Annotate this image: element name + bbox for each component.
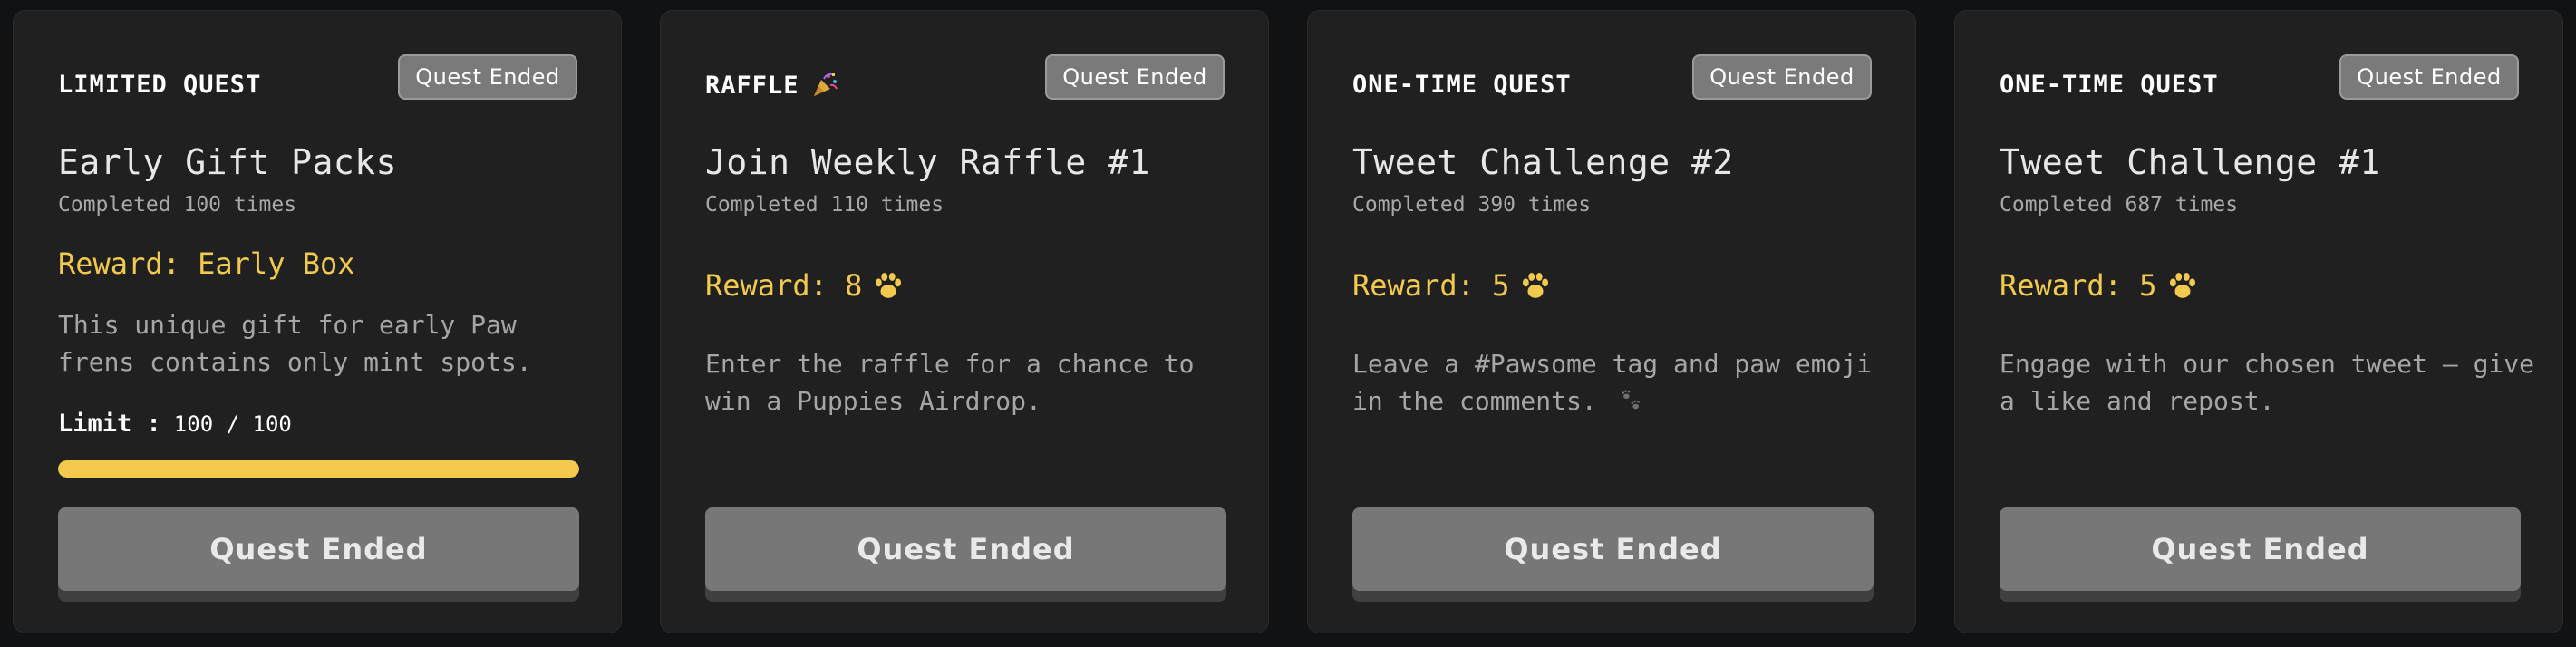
quest-ended-button-label: Quest Ended: [2000, 507, 2521, 591]
quest-description: Leave a #Pawsome tag and paw emoji in th…: [1352, 345, 1896, 420]
quest-type-label: ONE-TIME QUEST: [2000, 71, 2219, 99]
reward-text: Reward: 8: [705, 268, 863, 303]
quest-title: Early Gift Packs: [58, 142, 398, 182]
status-badge: Quest Ended: [1045, 54, 1225, 100]
quest-ended-button-label: Quest Ended: [58, 507, 579, 591]
quest-title: Tweet Challenge #2: [1352, 142, 1734, 182]
quest-ended-button-label: Quest Ended: [1352, 507, 1874, 591]
quest-type-label: LIMITED QUEST: [58, 71, 261, 99]
reward-text: Reward: 5: [2000, 268, 2157, 303]
quest-card-early-gift-packs: LIMITED QUEST Quest Ended Early Gift Pac…: [13, 10, 622, 633]
completed-count: Completed 687 times: [2000, 193, 2239, 217]
quest-type-text: ONE-TIME QUEST: [1352, 71, 1572, 99]
limit-value: 100 / 100: [173, 411, 292, 437]
reward-label: Reward: 5: [1352, 268, 1551, 303]
reward-text: Reward: Early Box: [58, 246, 355, 281]
paw-icon: [2170, 272, 2196, 298]
quest-description: This unique gift for early Paw frens con…: [58, 310, 532, 377]
quest-ended-button[interactable]: Quest Ended: [58, 507, 579, 602]
quest-type-label: ONE-TIME QUEST: [1352, 71, 1572, 99]
quest-type-text: ONE-TIME QUEST: [2000, 71, 2219, 99]
quest-title: Join Weekly Raffle #1: [705, 142, 1150, 182]
paw-icon: [1523, 272, 1549, 298]
quest-description-text: Leave a #Pawsome tag and paw emoji in th…: [1352, 349, 1873, 416]
quest-card-tweet-challenge-1: ONE-TIME QUEST Quest Ended Tweet Challen…: [1954, 10, 2563, 633]
party-popper-icon: [813, 72, 838, 96]
completed-count: Completed 100 times: [58, 193, 297, 217]
quest-ended-button[interactable]: Quest Ended: [2000, 507, 2521, 602]
paw-icon: [876, 272, 902, 298]
completed-count: Completed 390 times: [1352, 193, 1592, 217]
reward-text: Reward: 5: [1352, 268, 1510, 303]
status-badge: Quest Ended: [2339, 54, 2519, 100]
quest-ended-button-label: Quest Ended: [705, 507, 1226, 591]
status-badge: Quest Ended: [1692, 54, 1872, 100]
quest-card-tweet-challenge-2: ONE-TIME QUEST Quest Ended Tweet Challen…: [1307, 10, 1916, 633]
limit-label: Limit :: [58, 410, 161, 438]
completed-count: Completed 110 times: [705, 193, 944, 217]
quest-description: Engage with our chosen tweet – give a li…: [2000, 349, 2535, 416]
quest-description: Enter the raffle for a chance to win a P…: [705, 349, 1195, 416]
quest-title: Tweet Challenge #1: [2000, 142, 2381, 182]
quest-card-weekly-raffle: RAFFLE Quest Ended Join Weekly Raffle #1…: [660, 10, 1269, 633]
quest-ended-button[interactable]: Quest Ended: [705, 507, 1226, 602]
quest-type-label: RAFFLE: [705, 71, 839, 100]
quest-ended-button[interactable]: Quest Ended: [1352, 507, 1874, 602]
limit-progress-bar: [58, 460, 579, 478]
limit-progress-fill: [58, 460, 579, 478]
status-badge: Quest Ended: [398, 54, 577, 100]
limit-row: Limit : 100 / 100: [58, 410, 292, 438]
paw-prints-icon: [1621, 390, 1640, 410]
quest-type-text: RAFFLE: [705, 71, 799, 100]
reward-label: Reward: 8: [705, 268, 904, 303]
quest-type-text: LIMITED QUEST: [58, 71, 262, 99]
reward-label: Reward: 5: [2000, 268, 2198, 303]
reward-label: Reward: Early Box: [58, 246, 355, 281]
